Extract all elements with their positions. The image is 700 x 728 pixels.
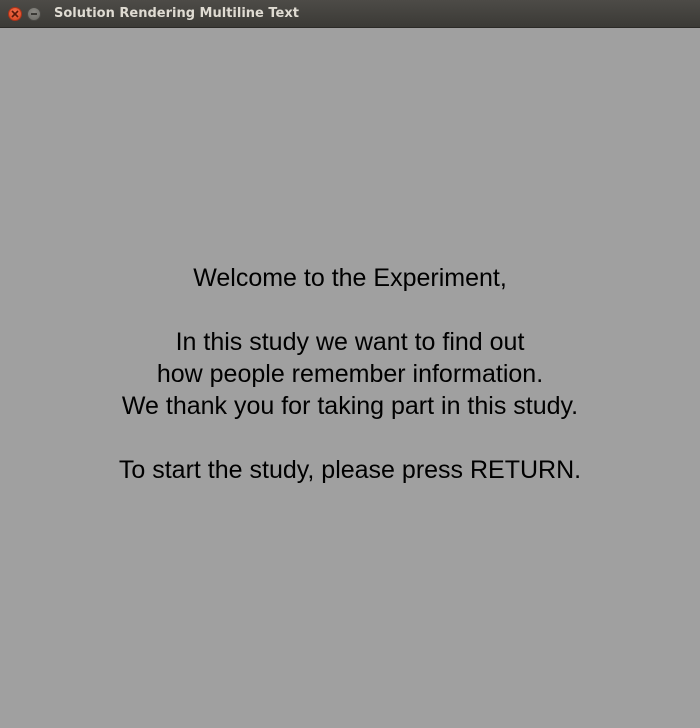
minimize-icon bbox=[31, 13, 37, 15]
study-description-line-2: how people remember information. bbox=[156, 360, 544, 388]
minimize-button[interactable] bbox=[27, 7, 41, 21]
close-button[interactable] bbox=[8, 7, 22, 21]
welcome-line: Welcome to the Experiment, bbox=[193, 264, 507, 292]
close-icon bbox=[11, 10, 19, 18]
window-title: Solution Rendering Multiline Text bbox=[54, 6, 299, 21]
title-bar[interactable]: Solution Rendering Multiline Text bbox=[0, 0, 700, 28]
start-instruction-line: To start the study, please press RETURN. bbox=[118, 456, 582, 484]
experiment-canvas: Welcome to the Experiment, In this study… bbox=[0, 28, 700, 728]
study-description-line-1: In this study we want to find out bbox=[175, 328, 525, 356]
thank-you-line: We thank you for taking part in this stu… bbox=[121, 392, 579, 420]
app-window: Solution Rendering Multiline Text Welcom… bbox=[0, 0, 700, 728]
